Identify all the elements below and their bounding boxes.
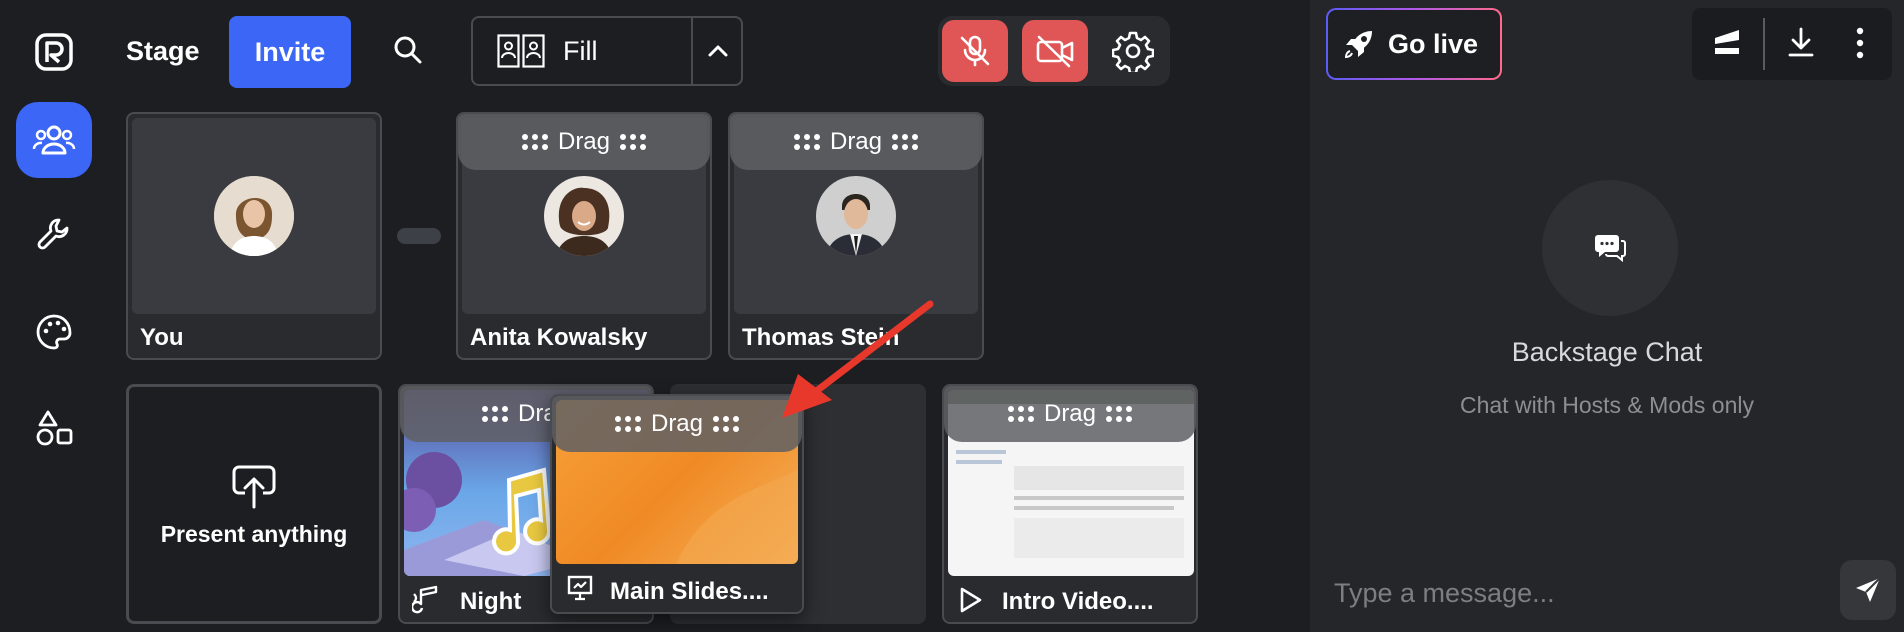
sidebar-elements-button[interactable] [16, 390, 92, 466]
layout-select[interactable]: Fill [471, 16, 743, 86]
play-icon [960, 587, 982, 613]
avatar [544, 176, 624, 256]
download-icon [1788, 27, 1814, 57]
participant-tile-anita[interactable]: Drag Anita Kowalsky [456, 112, 712, 360]
layout-label: Fill [563, 36, 598, 66]
media-name: Night [460, 588, 522, 615]
chevron-up-icon[interactable] [707, 41, 729, 61]
grip-icon [620, 134, 647, 150]
logo-icon [35, 33, 73, 71]
chat-empty-icon-circle [1542, 180, 1678, 316]
mic-toggle-button[interactable] [942, 20, 1008, 82]
annotation-arrow [782, 300, 934, 418]
stage-tab[interactable]: Stage [126, 36, 200, 67]
drag-handle[interactable]: Drag [944, 386, 1196, 442]
layout-icon [497, 34, 545, 68]
drag-handle[interactable]: Drag [552, 396, 802, 452]
media-name: Main Slides.... [610, 578, 769, 605]
toolbar-divider [1763, 18, 1765, 70]
drag-handle[interactable]: Drag [458, 114, 710, 170]
mic-off-icon [960, 35, 990, 67]
chat-panel [1310, 0, 1904, 632]
drag-handle[interactable]: Drag [730, 114, 982, 170]
chat-input[interactable]: Type a message... [1334, 578, 1555, 609]
layout-divider [691, 18, 693, 84]
present-anything-button[interactable]: Present anything [126, 384, 382, 624]
participant-name: You [140, 324, 184, 351]
grip-icon [1007, 406, 1034, 422]
spacer-handle[interactable] [397, 228, 441, 244]
sidebar-tools-button[interactable] [16, 196, 92, 272]
app-logo[interactable] [34, 32, 74, 72]
present-label: Present anything [160, 521, 348, 547]
invite-button[interactable]: Invite [229, 16, 351, 88]
avatar [214, 176, 294, 256]
send-icon [1856, 577, 1881, 602]
panel-icon [1715, 30, 1739, 54]
drag-label: Drag [557, 128, 611, 155]
media-tile-intro-video[interactable]: Drag Intro Video.... [942, 384, 1198, 624]
music-icon [412, 585, 438, 614]
upload-icon [232, 465, 276, 509]
grip-icon [614, 416, 641, 432]
chat-bubbles-icon [1595, 235, 1626, 263]
more-vertical-icon [1856, 27, 1864, 59]
download-button[interactable] [1786, 26, 1816, 58]
chat-subtitle: Chat with Hosts & Mods only [1459, 392, 1754, 418]
go-live-button[interactable]: Go live [1326, 8, 1502, 80]
sidebar-people-button[interactable] [16, 102, 92, 178]
shapes-icon [36, 410, 73, 446]
grip-icon [713, 416, 740, 432]
chat-title: Backstage Chat [1511, 337, 1703, 367]
settings-button[interactable] [1112, 30, 1154, 72]
more-options-button[interactable] [1852, 26, 1868, 60]
drag-label: Drag [829, 128, 883, 155]
wrench-icon [37, 218, 69, 250]
drag-label: Drag [1043, 400, 1097, 427]
grip-icon [793, 134, 820, 150]
sidebar-branding-button[interactable] [16, 294, 92, 370]
layout-panel-button[interactable] [1712, 24, 1742, 58]
grip-icon [481, 406, 508, 422]
grip-icon [892, 134, 919, 150]
camera-toggle-button[interactable] [1022, 20, 1088, 82]
grip-icon [1106, 406, 1133, 422]
avatar [816, 176, 896, 256]
media-name: Intro Video.... [1002, 588, 1154, 615]
search-button[interactable] [392, 34, 424, 66]
presentation-icon [567, 575, 593, 601]
rocket-icon [1344, 31, 1372, 59]
search-icon [394, 36, 422, 64]
drag-label: Drag [650, 410, 704, 437]
send-button[interactable] [1840, 560, 1896, 620]
palette-icon [36, 314, 72, 350]
participant-name: Anita Kowalsky [470, 324, 648, 351]
go-live-label: Go live [1388, 28, 1479, 59]
gear-icon [1112, 31, 1154, 72]
participant-tile-you[interactable]: You [126, 112, 382, 360]
media-tile-main-slides-dragging[interactable]: Drag Main Slides.... [550, 394, 804, 614]
people-icon [32, 125, 76, 155]
camera-off-icon [1036, 35, 1074, 68]
grip-icon [521, 134, 548, 150]
